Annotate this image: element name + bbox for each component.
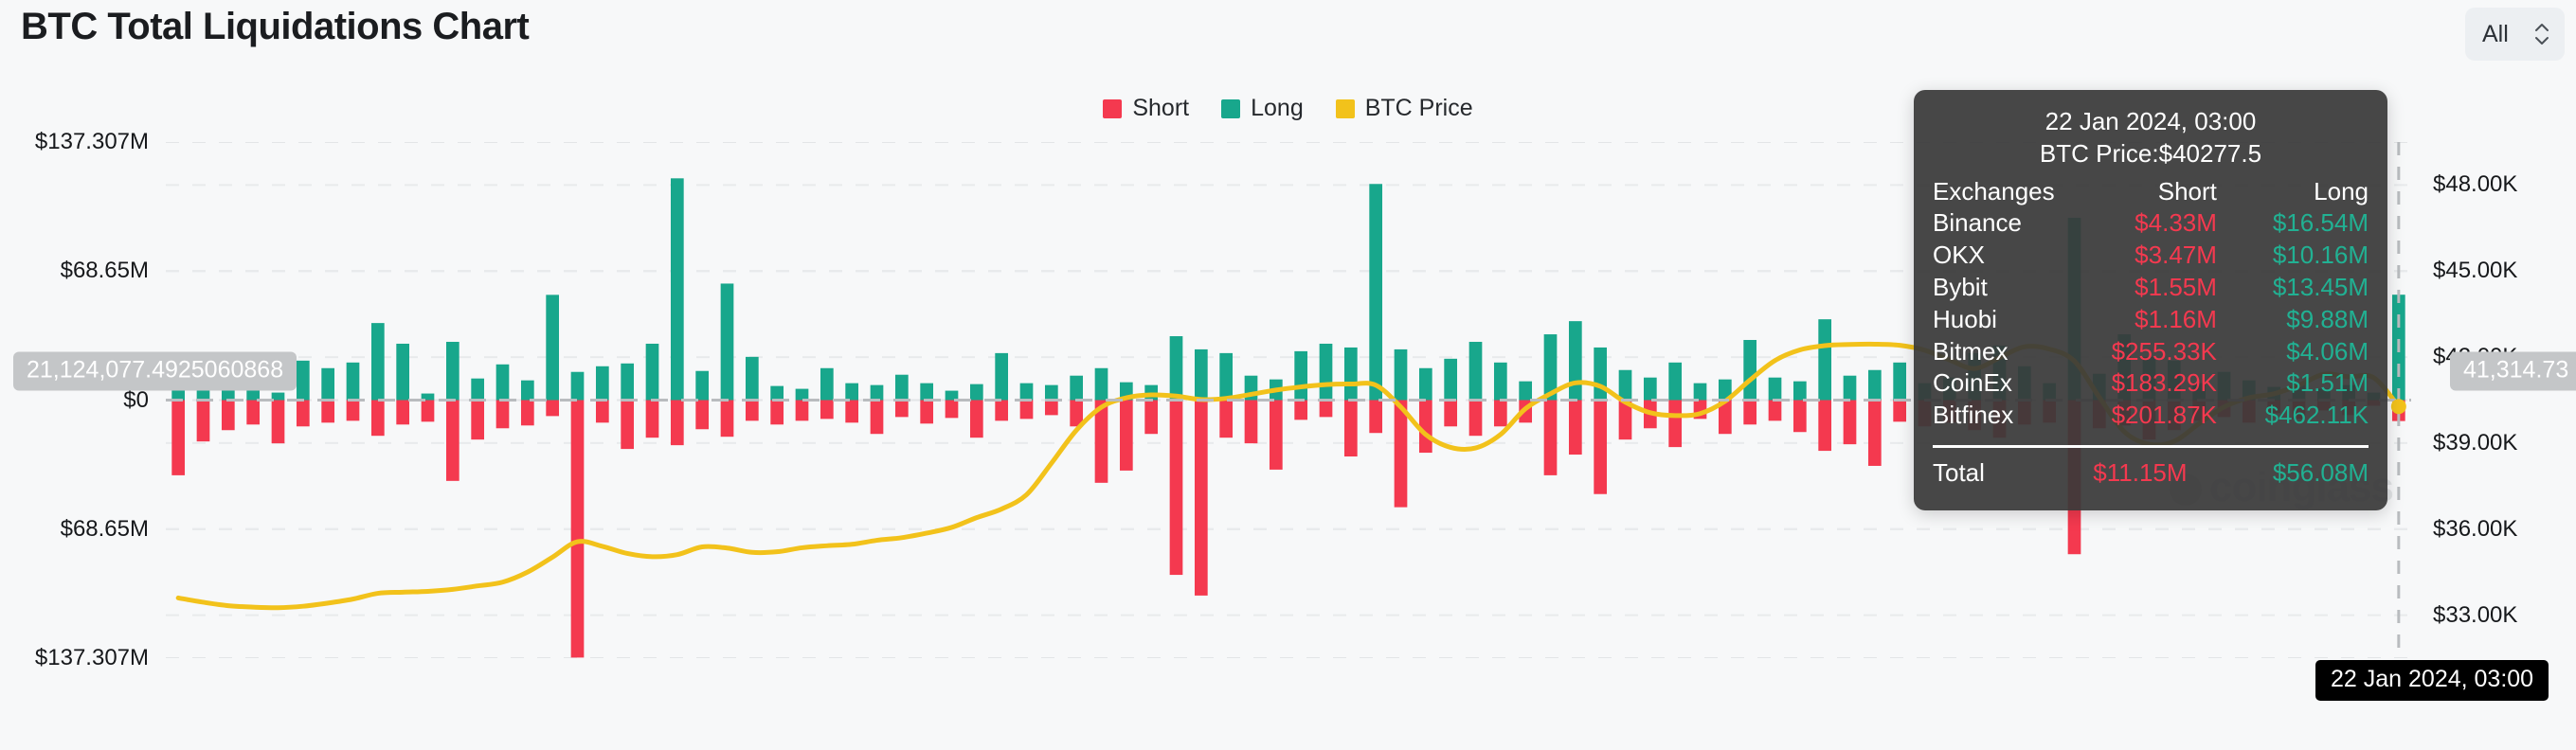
legend-label-btc-price: BTC Price [1364,95,1473,121]
tooltip-exchange-name: Huobi [1933,304,1997,333]
legend-item-short[interactable]: Short [1103,95,1189,122]
tooltip-exchange-row: CoinEx $183.29K $1.51M [1933,367,2369,400]
tooltip-total-row: Total $11.15M $56.08M [1933,457,2369,490]
y-axis-right-tick: $45.00K [2433,258,2518,284]
tooltip-header-row: Exchanges Short Long [1933,176,2369,208]
y-axis-right-tick: $33.00K [2433,601,2518,628]
tooltip-exchange-long: $462.11K [2264,401,2369,430]
tooltip-total-label: Total [1933,458,1985,487]
tooltip-exchange-short: $4.33M [2135,208,2217,238]
legend-swatch-long [1221,98,1241,118]
stepper-updown-icon [2534,23,2549,45]
tooltip-total-long: $56.08M [2272,458,2369,487]
range-selector[interactable]: All [2465,8,2565,61]
tooltip-exchange-row: Binance $4.33M $16.54M [1933,207,2369,240]
chart-page: BTC Total Liquidations Chart All Short L… [0,0,2576,750]
tooltip-col-long: Long [2314,176,2369,205]
legend-item-btc-price[interactable]: BTC Price [1335,95,1473,122]
tooltip-exchange-long: $10.16M [2272,241,2369,270]
y-axis-right-tick: $39.00K [2433,429,2518,455]
tooltip-total-short: $11.15M [2093,458,2188,487]
tooltip-exchange-name: Bybit [1933,273,1988,302]
tooltip-exchange-long: $9.88M [2286,304,2369,333]
tooltip-exchange-short: $201.87K [2111,401,2217,430]
range-selector-value: All [2482,20,2509,47]
crosshair-date-badge: 22 Jan 2024, 03:00 [2315,660,2549,701]
y-axis-right-tick: $36.00K [2433,515,2518,542]
tooltip-col-short: Short [2157,176,2217,205]
y-axis-left-tick: $68.65M [60,258,149,284]
tooltip-exchange-long: $16.54M [2272,208,2369,238]
tooltip-total-table: Total $11.15M $56.08M [1933,457,2369,490]
legend-label-short: Short [1132,95,1190,121]
tooltip-exchange-name: OKX [1933,241,1985,270]
tooltip-exchange-short: $3.47M [2135,241,2217,270]
tooltip-table: Exchanges Short Long Binance $4.33M $16.54M OK… [1933,176,2369,432]
y-axis-left-tick: $137.307M [34,129,149,154]
tooltip-exchange-row: Huobi $1.16M $9.88M [1933,304,2369,336]
legend-swatch-short [1103,98,1123,118]
tooltip-title: 22 Jan 2024, 03:00 [2045,107,2257,135]
tooltip-exchange-name: CoinEx [1933,368,2012,398]
y-axis-right-tick: $48.00K [2433,171,2518,198]
tooltip-col-exchanges: Exchanges [1933,176,2055,205]
tooltip-exchange-row: Bitfinex $201.87K $462.11K [1933,400,2369,432]
tooltip-exchange-row: Bitmex $255.33K $4.06M [1933,336,2369,368]
tooltip-exchange-short: $255.33K [2111,336,2217,366]
y-axis-left-tick: $0 [123,386,149,413]
tooltip-exchange-long: $13.45M [2272,273,2369,302]
crosshair-right-value-badge: 41,314.73 [2450,351,2576,391]
tooltip-exchange-short: $183.29K [2111,368,2217,398]
y-axis-left-tick: $68.65M [60,515,149,542]
tooltip-exchange-short: $1.55M [2135,273,2217,302]
tooltip-exchange-name: Bitmex [1933,336,2009,366]
y-axis-left-tick: $137.307M [34,645,149,670]
legend-swatch-btc-price [1335,98,1355,118]
tooltip-divider [1933,445,2369,448]
crosshair-left-value-badge: 21,124,077.4925060868 [13,351,297,391]
tooltip-exchange-long: $1.51M [2286,368,2369,398]
tooltip-exchange-short: $1.16M [2135,304,2217,333]
tooltip-exchange-name: Binance [1933,208,2022,238]
tooltip-exchange-row: Bybit $1.55M $13.45M [1933,272,2369,304]
legend-label-long: Long [1251,95,1304,121]
tooltip-exchange-name: Bitfinex [1933,401,2014,430]
page-title: BTC Total Liquidations Chart [21,6,530,47]
chart-tooltip: 22 Jan 2024, 03:00 BTC Price:$40277.5 Ex… [1914,90,2387,510]
tooltip-exchange-long: $4.06M [2286,336,2369,366]
tooltip-btc-price: BTC Price:$40277.5 [2039,139,2262,169]
legend-item-long[interactable]: Long [1221,95,1304,122]
tooltip-exchange-row: OKX $3.47M $10.16M [1933,240,2369,272]
